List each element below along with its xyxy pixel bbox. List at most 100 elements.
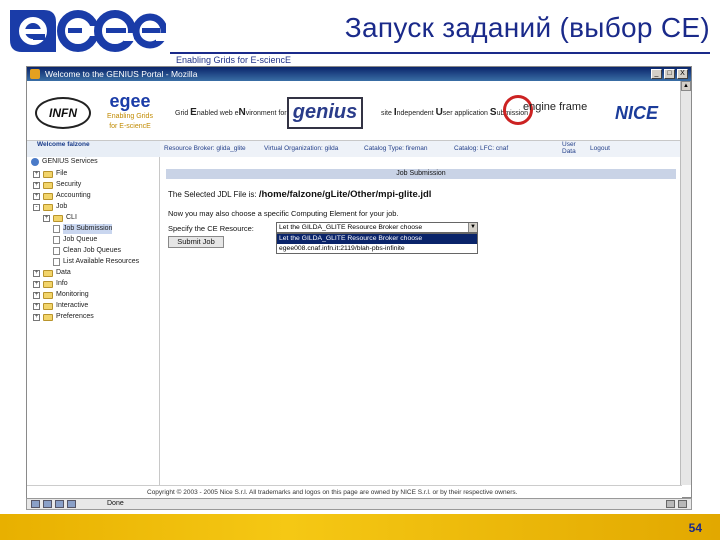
tree-item[interactable]: + Security xyxy=(33,180,81,190)
tree-item-label: Data xyxy=(56,269,71,276)
slide-footer: 54 xyxy=(0,514,720,540)
tree-item[interactable]: - Job xyxy=(33,202,67,212)
expand-icon[interactable]: + xyxy=(33,181,40,189)
tree-item[interactable]: + File xyxy=(33,169,67,179)
slide-tagline: Enabling Grids for E-sciencE xyxy=(176,55,292,65)
lock-icon xyxy=(678,500,687,508)
vertical-scrollbar[interactable]: ▲ xyxy=(680,81,691,485)
copyright-text: Copyright © 2003 - 2005 Nice S.r.l. All … xyxy=(147,489,518,496)
expand-icon[interactable]: + xyxy=(33,192,40,200)
folder-icon xyxy=(43,192,53,200)
document-icon xyxy=(53,236,60,244)
genius-logo: genius xyxy=(287,97,363,129)
tree-item[interactable]: + Interactive xyxy=(33,301,88,311)
tree-item-label: Interactive xyxy=(56,302,89,309)
tree-item-label: CLI xyxy=(66,214,77,221)
composer-icon[interactable] xyxy=(55,500,64,508)
tree-item[interactable]: List Available Resources xyxy=(43,257,139,267)
online-icon xyxy=(666,500,675,508)
folder-icon xyxy=(53,214,63,222)
ce-select-value: Let the GILDA_GLITE Resource Broker choo… xyxy=(279,224,423,231)
slide-title: Запуск заданий (выбор CE) xyxy=(344,12,710,43)
close-button[interactable]: X xyxy=(677,69,688,79)
tree-item-label: Info xyxy=(56,280,68,287)
vo-link[interactable]: Virtual Organization: gilda xyxy=(264,145,338,152)
document-icon xyxy=(53,225,60,233)
tree-item[interactable]: Clean Job Queues xyxy=(43,246,121,256)
ce-resource-select[interactable]: Let the GILDA_GLITE Resource Broker choo… xyxy=(276,222,478,233)
engine-frame-logo: engine frame xyxy=(523,101,588,113)
addressbook-icon[interactable] xyxy=(67,500,76,508)
folder-icon xyxy=(43,269,53,277)
user-data-link[interactable]: User Data xyxy=(562,141,582,155)
welcome-user: Welcome falzone xyxy=(37,141,90,148)
tree-item-label: List Available Resources xyxy=(63,258,140,265)
folder-icon xyxy=(43,170,53,178)
tree-item[interactable]: + Info xyxy=(33,279,68,289)
expand-icon[interactable]: + xyxy=(33,269,40,277)
tree-root[interactable]: GENIUS Services xyxy=(31,157,98,167)
tree-item-label: Accounting xyxy=(56,192,91,199)
window-titlebar[interactable]: Welcome to the GENIUS Portal - Mozilla _… xyxy=(27,67,691,81)
tree-item-label: Job Queue xyxy=(63,236,98,243)
folder-icon xyxy=(43,313,53,321)
jdl-path: /home/falzone/gLite/Other/mpi-glite.jdl xyxy=(258,189,432,200)
tree-item[interactable]: Job Queue xyxy=(43,235,97,245)
welcome-header: Welcome falzone xyxy=(27,141,160,157)
nice-logo: NICE xyxy=(615,103,659,123)
catalog-link[interactable]: Catalog: LFC: cnaf xyxy=(454,145,508,152)
chevron-down-icon[interactable]: ▼ xyxy=(468,223,477,232)
ce-dropdown-list: Let the GILDA_GLITE Resource Broker choo… xyxy=(276,233,478,254)
tree-item[interactable]: + Preferences xyxy=(33,312,94,322)
maximize-button[interactable]: □ xyxy=(664,69,675,79)
genius-acronym-text: Grid Enabled web eNvironment for xyxy=(175,107,287,118)
expand-icon[interactable]: + xyxy=(33,170,40,178)
ce-option[interactable]: Let the GILDA_GLITE Resource Broker choo… xyxy=(277,234,477,244)
globe-icon xyxy=(31,158,39,166)
resource-broker-link[interactable]: Resource Broker: glida_glite xyxy=(164,145,246,152)
minimize-button[interactable]: _ xyxy=(651,69,662,79)
folder-icon xyxy=(43,280,53,288)
jdl-label: The Selected JDL File is: xyxy=(168,190,259,199)
folder-icon xyxy=(43,302,53,310)
tree-item[interactable]: + Data xyxy=(33,268,71,278)
infn-logo: INFN xyxy=(35,97,91,129)
expand-icon[interactable]: + xyxy=(33,313,40,321)
ce-prompt: Now you may also choose a specific Compu… xyxy=(168,209,399,218)
collapse-icon[interactable]: - xyxy=(33,203,40,211)
session-info-bar: Resource Broker: glida_glite Virtual Org… xyxy=(160,141,682,157)
section-title: Job Submission xyxy=(166,169,676,179)
logout-link[interactable]: Logout xyxy=(590,145,610,152)
svg-text:egee: egee xyxy=(109,91,150,111)
browser-statusbar: Done xyxy=(26,498,692,510)
page-number: 54 xyxy=(688,521,702,535)
expand-icon[interactable]: + xyxy=(43,214,50,222)
jdl-line: The Selected JDL File is: /home/falzone/… xyxy=(168,189,431,200)
slide-header: egee Запуск заданий (выбор CE) Enabling … xyxy=(0,0,720,66)
navigator-icon[interactable] xyxy=(31,500,40,508)
expand-icon[interactable]: + xyxy=(33,291,40,299)
svg-text:for E-sciencE: for E-sciencE xyxy=(109,123,151,130)
ce-option[interactable]: egee008.cnaf.infn.it:2119/blah-pbs-infin… xyxy=(277,244,477,254)
mozilla-icon xyxy=(30,69,40,79)
document-icon xyxy=(53,247,60,255)
folder-icon xyxy=(43,203,53,211)
mail-icon[interactable] xyxy=(43,500,52,508)
tree-item[interactable]: + Monitoring xyxy=(33,290,89,300)
egee-logo: egee xyxy=(10,10,166,52)
page-footer: Copyright © 2003 - 2005 Nice S.r.l. All … xyxy=(27,485,682,499)
catalog-type-link[interactable]: Catalog Type: fireman xyxy=(364,145,427,152)
tree-item-label: Preferences xyxy=(56,313,94,320)
services-tree: GENIUS Services + File + Security + Accountin… xyxy=(27,157,160,485)
tree-item-label: Monitoring xyxy=(56,291,89,298)
main-content: Job Submission The Selected JDL File is:… xyxy=(160,157,682,485)
tree-item[interactable]: Job Submission xyxy=(43,224,113,234)
window-title: Welcome to the GENIUS Portal - Mozilla xyxy=(45,69,198,79)
expand-icon[interactable]: + xyxy=(33,280,40,288)
tree-item[interactable]: + CLI xyxy=(43,213,77,223)
expand-icon[interactable]: + xyxy=(33,302,40,310)
submit-job-button[interactable]: Submit Job xyxy=(168,236,224,248)
svg-text:Enabling Grids: Enabling Grids xyxy=(107,113,153,120)
tree-item[interactable]: + Accounting xyxy=(33,191,91,201)
scroll-up-arrow[interactable]: ▲ xyxy=(681,81,691,91)
